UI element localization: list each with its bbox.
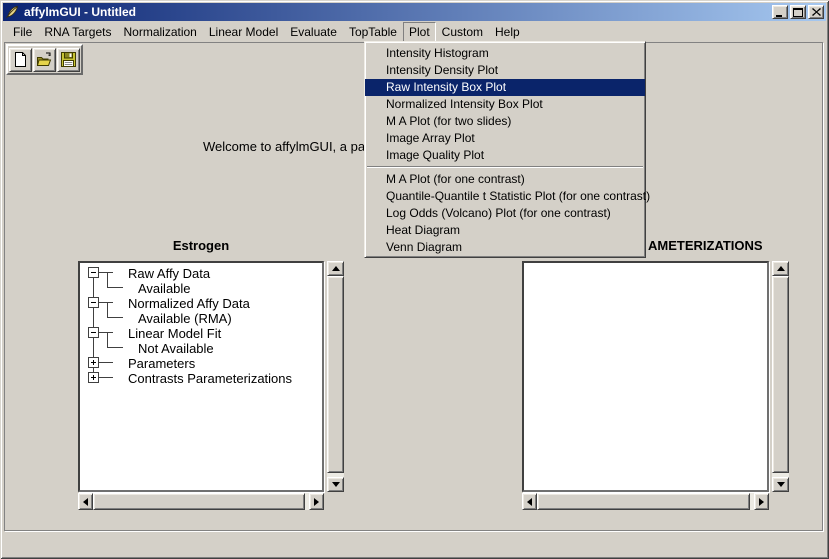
welcome-text: Welcome to affylmGUI, a pa	[203, 139, 364, 154]
tree-collapse-icon[interactable]	[88, 267, 99, 278]
menu-item-intensity-histogram[interactable]: Intensity Histogram	[365, 45, 645, 62]
tree-row[interactable]: Raw Affy Data	[80, 265, 322, 280]
arrow-left-icon	[83, 498, 88, 506]
tree-node-label[interactable]: Not Available	[138, 341, 214, 356]
menu-rna-targets[interactable]: RNA Targets	[38, 22, 117, 42]
tree-expand-icon[interactable]	[88, 372, 99, 383]
maximize-button[interactable]	[790, 5, 806, 19]
arrow-down-icon	[332, 482, 340, 487]
scroll-left-button[interactable]	[522, 493, 537, 510]
menu-plot[interactable]: Plot	[403, 22, 436, 42]
status-tree-listbox[interactable]: Raw Affy Data Available Normalized Affy …	[78, 261, 324, 492]
maximize-icon	[793, 8, 803, 17]
tree-node-label[interactable]: Parameters	[128, 356, 195, 371]
menu-custom[interactable]: Custom	[436, 22, 489, 42]
app-feather-icon	[5, 5, 19, 19]
scrollbar-thumb[interactable]	[327, 276, 344, 473]
app-window: affylmGUI - Untitled File RNA Targets No…	[0, 0, 829, 559]
tree-node-label[interactable]: Raw Affy Data	[128, 266, 210, 281]
scrollbar-thumb[interactable]	[772, 276, 789, 473]
tree-collapse-icon[interactable]	[88, 297, 99, 308]
menu-item-qq-t-statistic-plot[interactable]: Quantile-Quantile t Statistic Plot (for …	[365, 188, 645, 205]
plot-dropdown-menu: Intensity Histogram Intensity Density Pl…	[364, 41, 646, 258]
scroll-up-button[interactable]	[327, 261, 344, 276]
arrow-down-icon	[777, 482, 785, 487]
tree-node-label[interactable]: Linear Model Fit	[128, 326, 221, 341]
save-icon	[60, 51, 77, 68]
tree-node-label[interactable]: Available (RMA)	[138, 311, 232, 326]
menu-linear-model[interactable]: Linear Model	[203, 22, 284, 42]
tree-row[interactable]: Available (RMA)	[80, 310, 322, 325]
menu-help[interactable]: Help	[489, 22, 526, 42]
tree-row[interactable]: Not Available	[80, 340, 322, 355]
left-horizontal-scrollbar[interactable]	[78, 493, 324, 510]
menu-toptable[interactable]: TopTable	[343, 22, 403, 42]
new-file-icon	[12, 51, 29, 68]
status-tree: Raw Affy Data Available Normalized Affy …	[80, 263, 322, 490]
scroll-down-button[interactable]	[327, 477, 344, 492]
menu-separator	[367, 166, 643, 168]
tree-node-label[interactable]: Available	[138, 281, 191, 296]
arrow-up-icon	[332, 266, 340, 271]
title-bar[interactable]: affylmGUI - Untitled	[3, 3, 826, 21]
scroll-down-button[interactable]	[772, 477, 789, 492]
scroll-right-button[interactable]	[309, 493, 324, 510]
toolbar	[6, 44, 83, 75]
tree-row[interactable]: Contrasts Parameterizations	[80, 370, 322, 385]
menu-normalization[interactable]: Normalization	[118, 22, 203, 42]
tree-row[interactable]: Parameters	[80, 355, 322, 370]
contrasts-listbox[interactable]	[522, 261, 769, 492]
arrow-right-icon	[314, 498, 319, 506]
tree-node-label[interactable]: Contrasts Parameterizations	[128, 371, 292, 386]
minimize-icon	[775, 8, 785, 17]
arrow-right-icon	[759, 498, 764, 506]
tree-collapse-icon[interactable]	[88, 327, 99, 338]
scroll-right-button[interactable]	[754, 493, 769, 510]
scrollbar-thumb[interactable]	[93, 493, 305, 510]
menu-item-ma-plot-one-contrast[interactable]: M A Plot (for one contrast)	[365, 171, 645, 188]
left-vertical-scrollbar[interactable]	[327, 261, 344, 492]
menu-file[interactable]: File	[7, 22, 38, 42]
tree-row[interactable]: Available	[80, 280, 322, 295]
arrow-left-icon	[527, 498, 532, 506]
tree-row[interactable]: Normalized Affy Data	[80, 295, 322, 310]
menu-item-heat-diagram[interactable]: Heat Diagram	[365, 222, 645, 239]
minimize-button[interactable]	[772, 5, 788, 19]
menu-evaluate[interactable]: Evaluate	[284, 22, 343, 42]
window-controls	[772, 5, 824, 19]
open-file-button[interactable]	[33, 48, 56, 72]
menu-bar: File RNA Targets Normalization Linear Mo…	[4, 22, 825, 42]
menu-item-venn-diagram[interactable]: Venn Diagram	[365, 239, 645, 256]
menu-item-log-odds-volcano-plot[interactable]: Log Odds (Volcano) Plot (for one contras…	[365, 205, 645, 222]
window-title: affylmGUI - Untitled	[24, 5, 136, 19]
tree-node-label[interactable]: Normalized Affy Data	[128, 296, 250, 311]
menu-item-raw-intensity-box-plot[interactable]: Raw Intensity Box Plot	[365, 79, 645, 96]
tree-expand-icon[interactable]	[88, 357, 99, 368]
right-horizontal-scrollbar[interactable]	[522, 493, 769, 510]
right-vertical-scrollbar[interactable]	[772, 261, 789, 492]
close-button[interactable]	[808, 5, 824, 19]
scroll-up-button[interactable]	[772, 261, 789, 276]
menu-item-normalized-intensity-box-plot[interactable]: Normalized Intensity Box Plot	[365, 96, 645, 113]
save-file-button[interactable]	[57, 48, 80, 72]
open-folder-icon	[36, 51, 53, 68]
menu-item-intensity-density-plot[interactable]: Intensity Density Plot	[365, 62, 645, 79]
close-icon	[812, 8, 821, 16]
scroll-left-button[interactable]	[78, 493, 93, 510]
arrow-up-icon	[777, 266, 785, 271]
menu-item-ma-plot-two-slides[interactable]: M A Plot (for two slides)	[365, 113, 645, 130]
left-panel-title: Estrogen	[79, 238, 323, 253]
new-file-button[interactable]	[9, 48, 32, 72]
right-panel-title: AMETERIZATIONS	[648, 238, 763, 253]
scrollbar-thumb[interactable]	[537, 493, 750, 510]
menu-item-image-array-plot[interactable]: Image Array Plot	[365, 130, 645, 147]
menu-item-image-quality-plot[interactable]: Image Quality Plot	[365, 147, 645, 164]
tree-row[interactable]: Linear Model Fit	[80, 325, 322, 340]
